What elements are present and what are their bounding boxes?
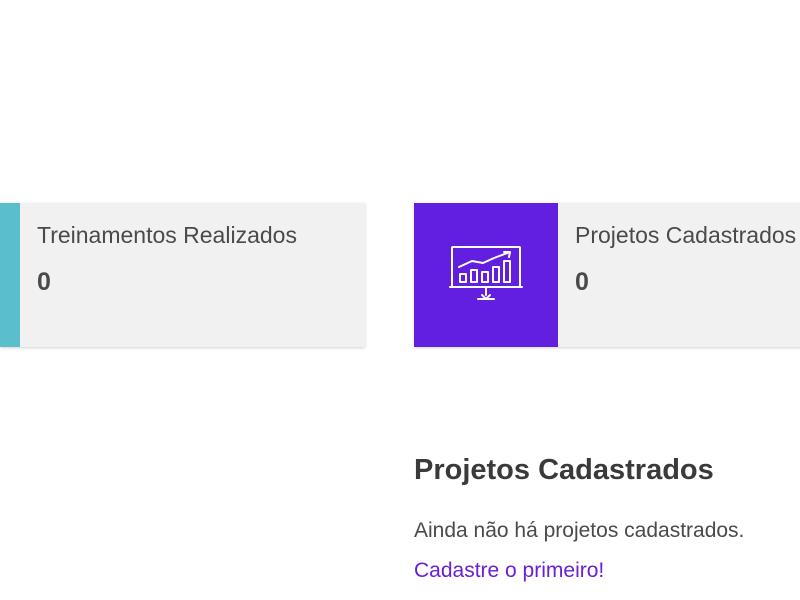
projects-stat-card: Projetos Cadastrados 0 [414,203,800,347]
projects-card-accent [414,203,558,347]
projects-card-body: Projetos Cadastrados 0 [558,203,796,347]
register-first-project-link[interactable]: Cadastre o primeiro! [414,558,604,584]
dashboard-page: Treinamentos Realizados 0 Projetos Cadas… [0,0,800,600]
trainings-card-label: Treinamentos Realizados [37,222,297,248]
trainings-stat-card: Treinamentos Realizados 0 [0,203,365,347]
presentation-chart-icon [446,243,526,307]
trainings-card-accent [0,203,20,347]
projects-section: Projetos Cadastrados Ainda não há projet… [414,448,800,584]
projects-section-title: Projetos Cadastrados [414,454,714,486]
projects-card-label: Projetos Cadastrados [575,222,797,248]
projects-empty-message: Ainda não há projetos cadastrados. [414,519,745,542]
projects-card-value: 0 [575,268,589,296]
trainings-card-body: Treinamentos Realizados 0 [20,203,297,347]
trainings-card-value: 0 [37,268,51,296]
